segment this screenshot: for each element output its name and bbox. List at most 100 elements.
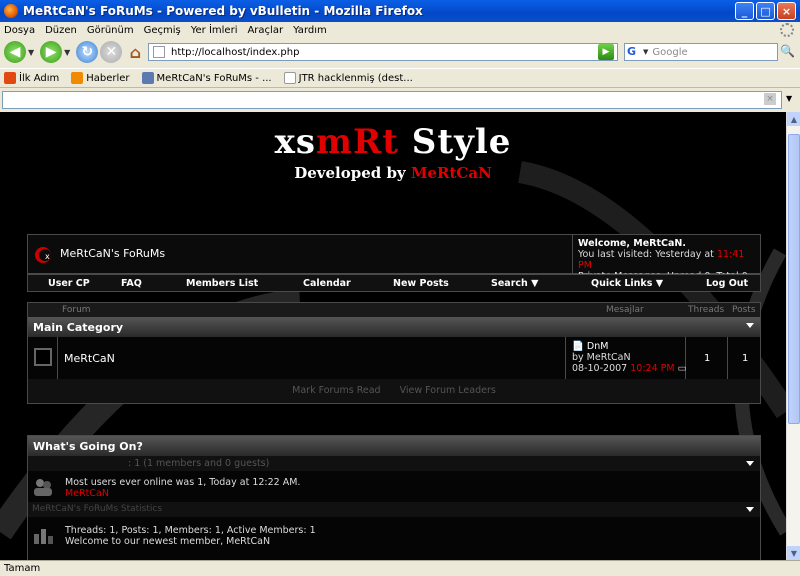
firefox-icon — [4, 4, 18, 18]
menu-yardim[interactable]: Yardım — [293, 25, 327, 36]
status-bar: Tamam — [0, 560, 800, 576]
menu-gecmis[interactable]: Geçmiş — [144, 25, 181, 36]
thread-icon: 📄 — [572, 341, 584, 352]
toolbar-text-field[interactable] — [2, 91, 782, 109]
crescent-star-icon: x — [35, 247, 51, 263]
welcome-text: Welcome, MeRtCaN. — [578, 238, 686, 249]
stats-icon — [34, 529, 53, 544]
forum-row: MeRtCaN 📄 DnM by MeRtCaN 08-10-2007 10:2… — [28, 337, 760, 379]
threads-count: 1 — [704, 353, 711, 364]
collapse-icon[interactable] — [746, 461, 754, 466]
menu-araclar[interactable]: Araçlar — [247, 25, 283, 36]
stats-header: MeRtCaN's FoRuMs Statistics — [28, 502, 760, 517]
svg-text:x: x — [45, 252, 50, 261]
menu-bar: Dosya Düzen Görünüm Geçmiş Yer İmleri Ar… — [0, 22, 800, 38]
close-button[interactable]: × — [777, 2, 796, 20]
nav-members-list[interactable]: Members List — [186, 278, 258, 289]
forum-status-icon — [34, 348, 52, 366]
nav-log-out[interactable]: Log Out — [706, 278, 748, 289]
page-icon — [283, 72, 296, 84]
stats-text: Threads: 1, Posts: 1, Members: 1, Active… — [65, 525, 316, 536]
window-titlebar: MeRtCaN's FoRuMs - Powered by vBulletin … — [0, 0, 800, 22]
scroll-thumb[interactable] — [788, 134, 800, 424]
scroll-up-icon[interactable]: ▲ — [787, 112, 800, 126]
online-users-header: : 1 (1 members and 0 guests) — [28, 456, 760, 471]
bookmark-haberler[interactable]: Haberler — [71, 72, 130, 84]
vertical-scrollbar[interactable]: ▲ ▼ — [786, 112, 800, 560]
menu-yer-imleri[interactable]: Yer İmleri — [191, 25, 238, 36]
forward-history-dropdown-icon[interactable]: ▼ — [64, 48, 70, 57]
back-button[interactable]: ◀ — [4, 41, 26, 63]
last-post-title-link[interactable]: DnM — [587, 341, 609, 352]
rss-icon — [71, 72, 84, 84]
online-member-link[interactable]: MeRtCaN — [65, 488, 109, 499]
page-icon — [153, 46, 165, 58]
nav-calendar[interactable]: Calendar — [303, 278, 351, 289]
engine-dropdown-icon[interactable]: ▼ — [643, 48, 648, 56]
toolbar-dropdown-icon[interactable]: ▼ — [786, 94, 792, 103]
minimize-button[interactable]: _ — [735, 2, 754, 20]
posts-count: 1 — [742, 353, 749, 364]
category-title-link[interactable]: Main Category — [33, 321, 123, 334]
nav-quick-links[interactable]: Quick Links ▼ — [591, 278, 663, 289]
wgo-header: What's Going On? — [28, 436, 760, 456]
collapse-icon[interactable] — [746, 323, 754, 328]
dropdown-arrow-icon: ▼ — [531, 277, 539, 289]
bookmark-ilk-adim[interactable]: İlk Adım — [4, 72, 59, 84]
newest-member-text: Welcome to our newest member, MeRtCaN — [65, 536, 271, 547]
status-text: Tamam — [4, 563, 41, 574]
forum-table-footer: Mark Forums Read View Forum Leaders — [28, 379, 760, 403]
extra-toolbar: × ▼ — [0, 90, 800, 110]
menu-dosya[interactable]: Dosya — [4, 25, 35, 36]
forum-title-link[interactable]: MeRtCaN — [64, 352, 115, 365]
view-forum-leaders-link[interactable]: View Forum Leaders — [400, 385, 496, 396]
site-logo[interactable]: xsmRt Style Developed by MeRtCaN — [0, 122, 786, 182]
menu-duzen[interactable]: Düzen — [45, 25, 77, 36]
google-engine-icon[interactable]: G — [627, 45, 641, 59]
last-post-author[interactable]: by MeRtCaN — [572, 352, 631, 363]
nav-search[interactable]: Search ▼ — [491, 278, 538, 289]
search-placeholder: Google — [652, 46, 688, 58]
welcome-box: Welcome, MeRtCaN. You last visited: Yest… — [572, 235, 761, 282]
menu-gorunum[interactable]: Görünüm — [87, 25, 134, 36]
collapse-icon[interactable] — [746, 507, 754, 512]
nav-usercp[interactable]: User CP — [48, 278, 90, 289]
nav-faq[interactable]: FAQ — [121, 278, 142, 289]
users-online-icon — [34, 479, 52, 496]
firefox-icon — [4, 72, 16, 84]
bookmarks-toolbar: İlk Adım Haberler MeRtCaN's FoRuMs - ...… — [0, 68, 800, 88]
scroll-down-icon[interactable]: ▼ — [787, 546, 800, 560]
stop-button[interactable]: ✕ — [100, 41, 123, 63]
goto-last-post-icon[interactable]: ▭ — [678, 363, 687, 374]
page-content: xsmRt Style Developed by MeRtCaN x MeRtC… — [0, 112, 786, 560]
forward-button[interactable]: ▶ — [40, 41, 63, 63]
forum-navbar: User CP FAQ Members List Calendar New Po… — [27, 274, 761, 292]
go-button[interactable]: ▶ — [598, 44, 614, 60]
bookmark-mertcan-forums[interactable]: MeRtCaN's FoRuMs - ... — [141, 72, 272, 84]
back-history-dropdown-icon[interactable]: ▼ — [28, 48, 34, 57]
forum-table-header: Forum Mesajlar Threads Posts — [28, 303, 760, 317]
window-title: MeRtCaN's FoRuMs - Powered by vBulletin … — [23, 4, 423, 18]
stats-row: Threads: 1, Posts: 1, Members: 1, Active… — [28, 520, 760, 550]
search-icon[interactable]: 🔍 — [780, 44, 796, 60]
forum-page-icon — [141, 72, 154, 84]
whats-going-on-box: What's Going On? : 1 (1 members and 0 gu… — [27, 435, 761, 560]
search-field[interactable]: G ▼ Google — [624, 43, 778, 61]
dropdown-arrow-icon: ▼ — [655, 277, 664, 289]
bookmark-jtr[interactable]: JTR hacklenmiş (dest... — [283, 72, 413, 84]
url-text: http://localhost/index.php — [171, 46, 300, 58]
category-row: Main Category — [28, 317, 760, 337]
clear-field-icon[interactable]: × — [764, 93, 776, 105]
reload-button[interactable]: ↻ — [76, 41, 99, 63]
mark-forums-read-link[interactable]: Mark Forums Read — [292, 385, 380, 396]
url-field[interactable]: http://localhost/index.php — [148, 43, 618, 61]
maximize-button[interactable]: □ — [756, 2, 775, 20]
home-button[interactable]: ⌂ — [124, 41, 146, 63]
nav-new-posts[interactable]: New Posts — [393, 278, 449, 289]
last-post-cell: 📄 DnM by MeRtCaN 08-10-2007 10:24 PM ▭ — [572, 341, 687, 374]
activity-throbber-icon — [780, 23, 794, 37]
forum-list-table: Forum Mesajlar Threads Posts Main Catego… — [27, 302, 761, 404]
online-users-row: Most users ever online was 1, Today at 1… — [28, 472, 760, 502]
forum-name-link[interactable]: MeRtCaN's FoRuMs — [60, 247, 165, 260]
forum-header-panel: x MeRtCaN's FoRuMs Welcome, MeRtCaN. You… — [27, 234, 761, 282]
